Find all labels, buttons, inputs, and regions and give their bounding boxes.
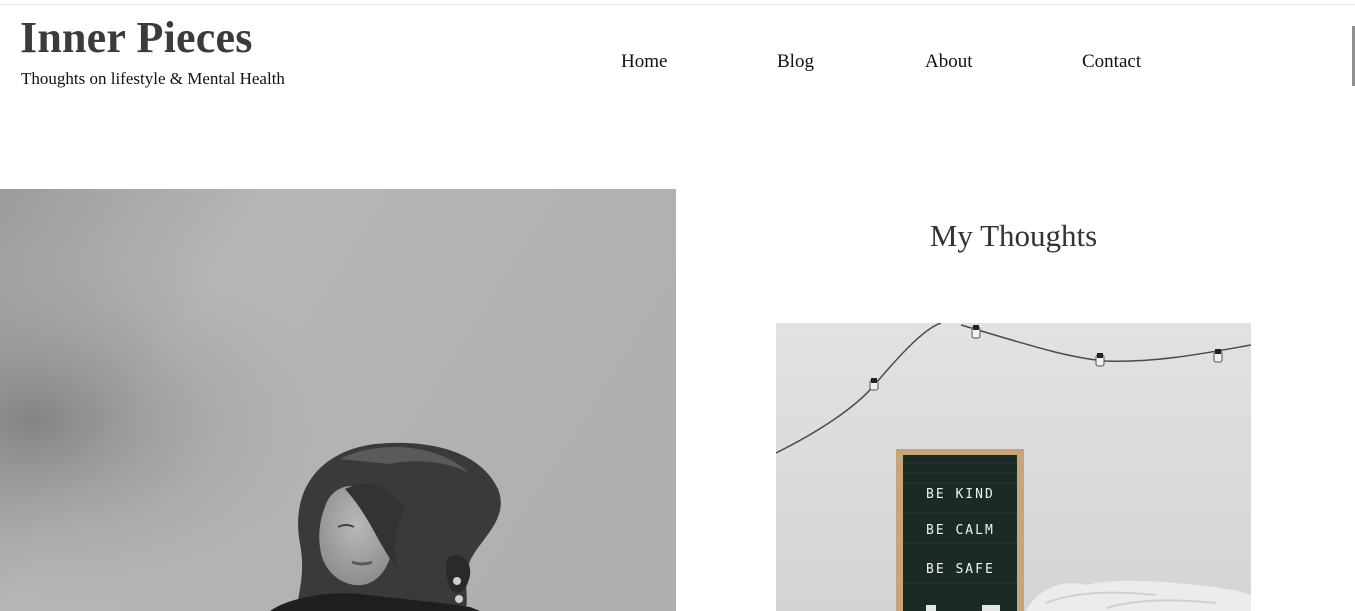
top-divider bbox=[0, 4, 1355, 5]
hero-photo bbox=[0, 189, 676, 611]
nav-link-home[interactable]: Home bbox=[621, 50, 667, 74]
nav-link-contact[interactable]: Contact bbox=[1082, 50, 1141, 74]
nav-link-about[interactable]: About bbox=[925, 50, 973, 74]
nav-link-blog[interactable]: Blog bbox=[777, 50, 814, 74]
main-nav: Home Blog About Contact bbox=[0, 50, 1355, 76]
letter-board-photo: BE KIND BE CALM BE SAFE bbox=[776, 323, 1251, 611]
post-thumbnail[interactable]: BE KIND BE CALM BE SAFE bbox=[776, 323, 1251, 611]
hero-photo-illustration bbox=[0, 189, 676, 611]
letter-board-line-2: BE CALM bbox=[926, 523, 995, 538]
letter-board-line-1: BE KIND bbox=[926, 487, 995, 502]
letter-board-line-3: BE SAFE bbox=[926, 562, 995, 577]
section-title: My Thoughts bbox=[929, 218, 1098, 253]
